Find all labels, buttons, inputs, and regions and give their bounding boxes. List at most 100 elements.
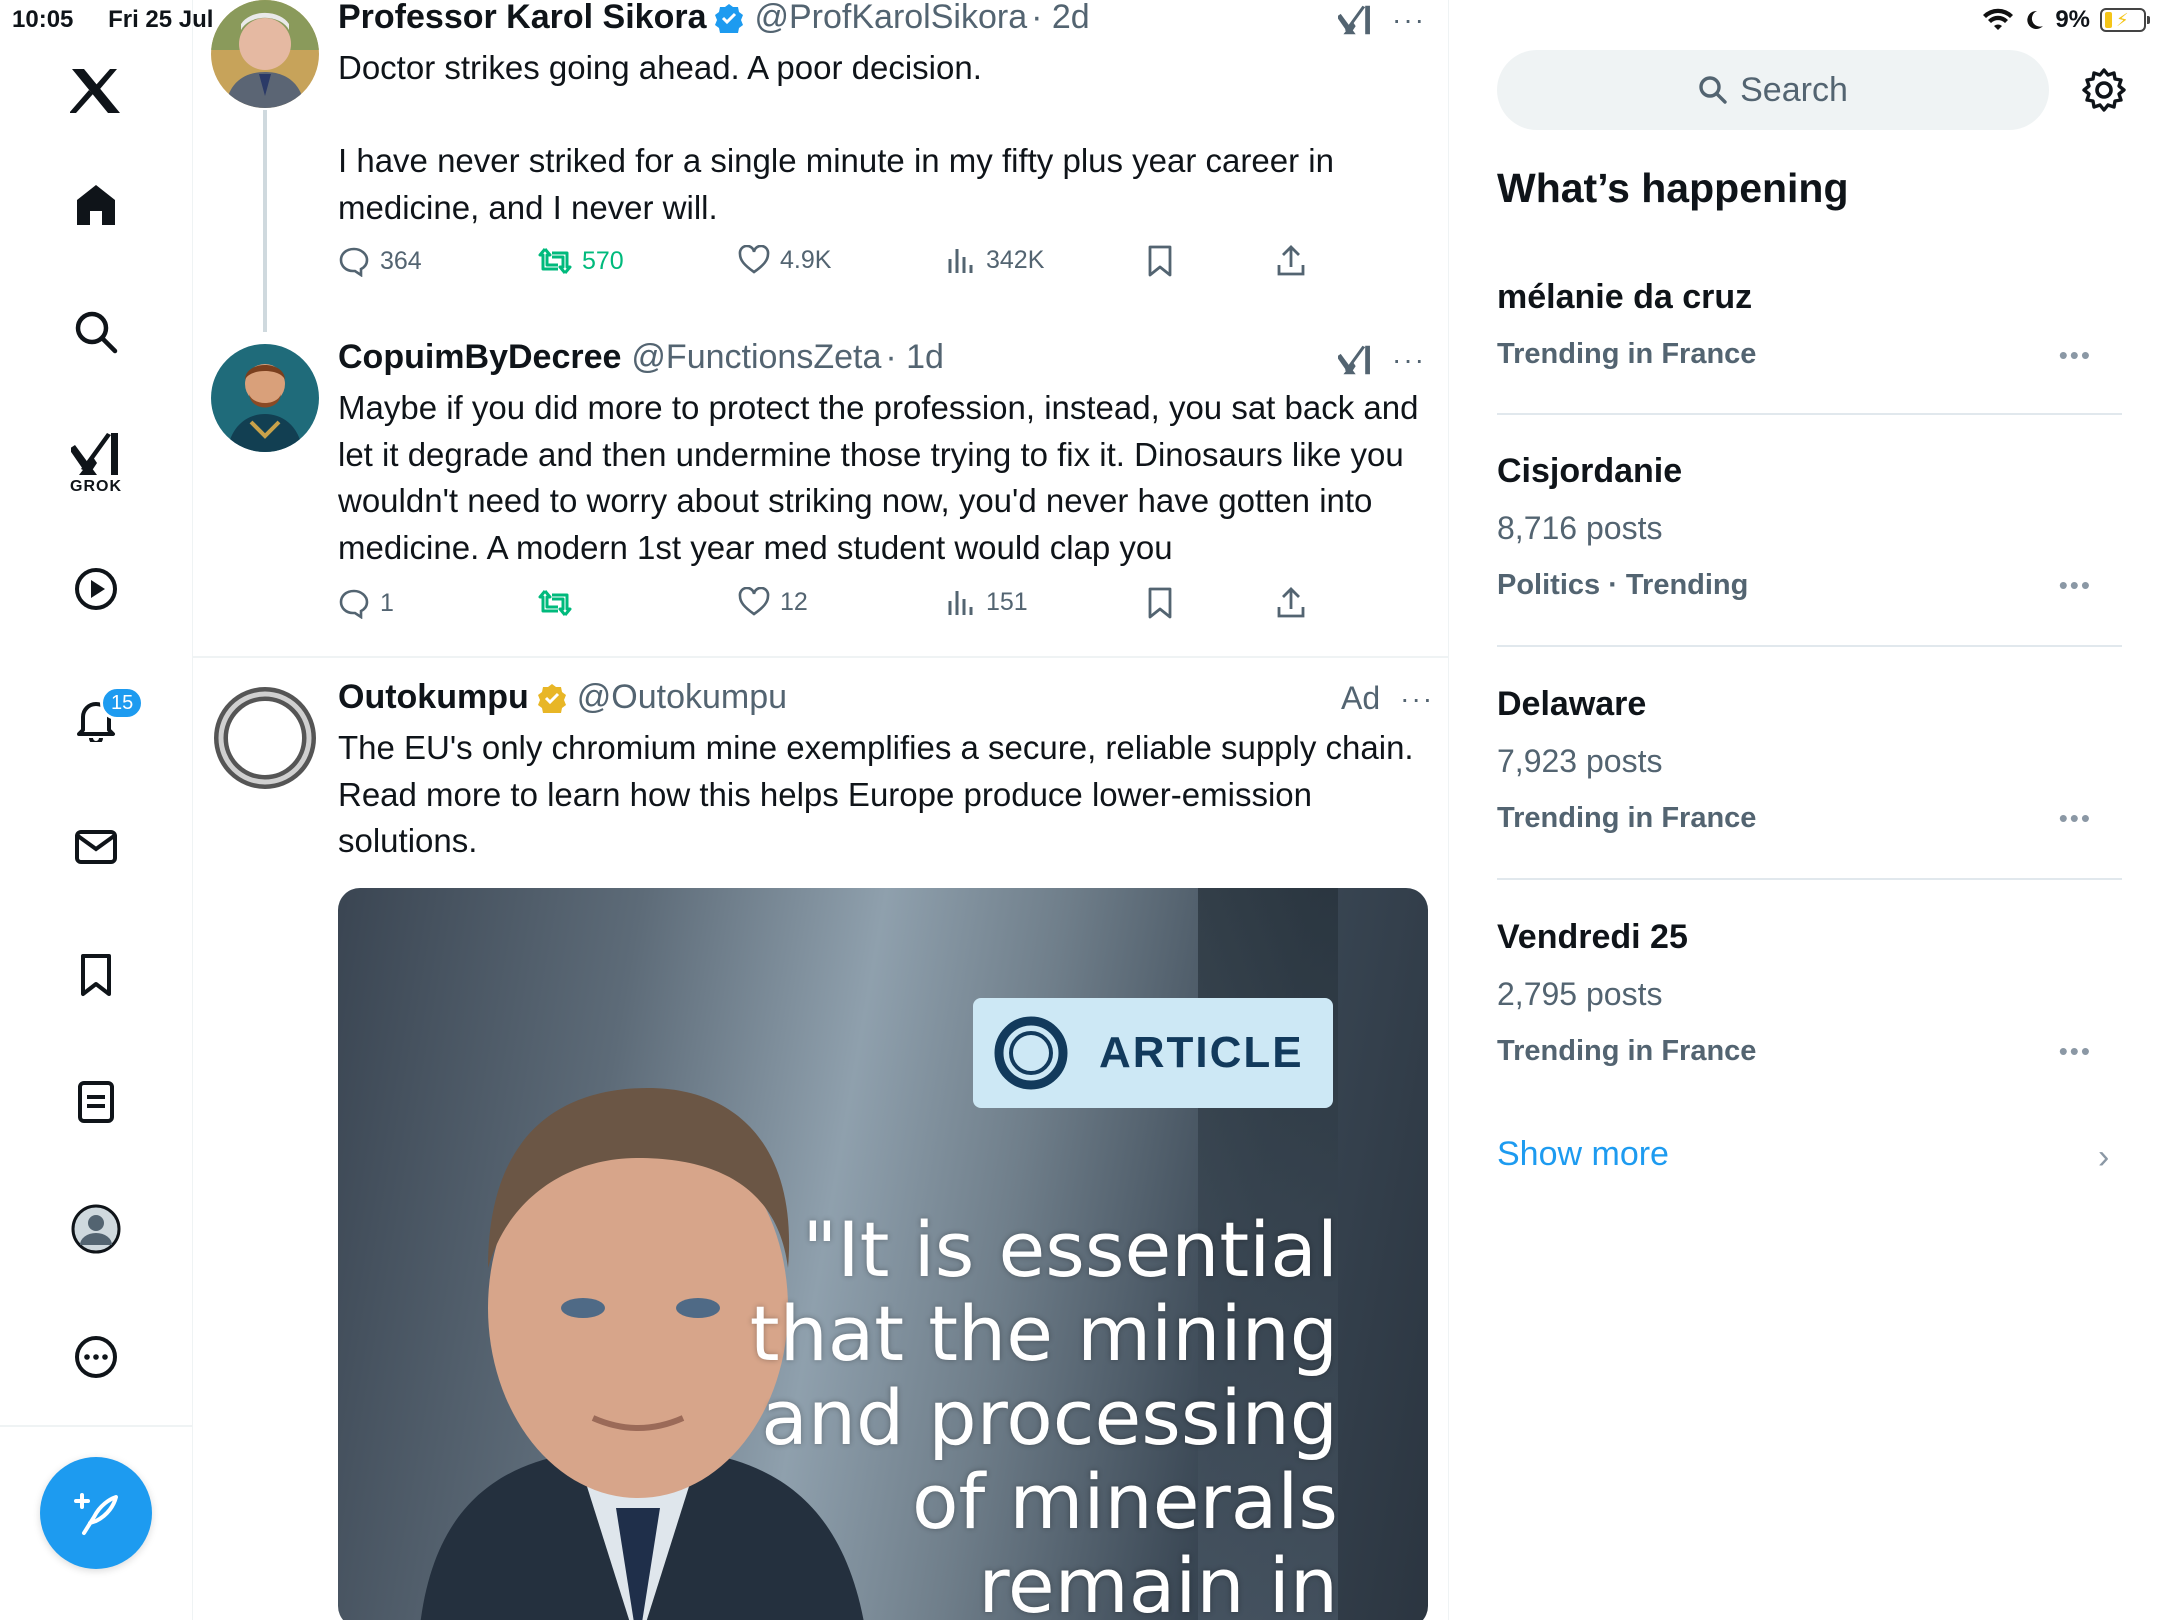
tweet-menu: Ad ···	[1341, 680, 1434, 717]
search-icon	[1699, 76, 1727, 104]
more-options-icon[interactable]: •••	[2059, 1036, 2092, 1067]
tweet-text: Maybe if you did more to protect the pro…	[338, 389, 1428, 566]
more-options-icon[interactable]: •••	[2059, 803, 2092, 834]
section-heading: What’s happening	[1497, 165, 1849, 211]
reply-icon	[339, 589, 369, 619]
more-options-icon[interactable]: ···	[1392, 4, 1426, 36]
avatar[interactable]	[211, 344, 319, 452]
bookmark-icon	[1148, 245, 1172, 277]
view-count: 151	[986, 587, 1028, 616]
like-count: 12	[780, 587, 808, 616]
tweet-header: CopuimByDecree @FunctionsZeta · 1d	[338, 338, 944, 377]
trend-context: Politics · Trending	[1497, 569, 1749, 601]
display-name[interactable]: Outokumpu	[338, 678, 529, 717]
bookmark-button[interactable]	[1146, 587, 1174, 619]
views-button[interactable]: 151	[946, 587, 1028, 617]
chevron-right-icon[interactable]: ›	[2098, 1138, 2109, 1177]
timeline: Professor Karol Sikora @ProfKarolSikora …	[193, 0, 1449, 1620]
verified-badge-icon	[715, 3, 744, 33]
timestamp[interactable]: · 1d	[885, 338, 944, 377]
messages-icon[interactable]	[67, 818, 125, 876]
handle[interactable]: @ProfKarolSikora	[754, 0, 1027, 37]
bookmark-icon	[1148, 587, 1172, 619]
more-icon[interactable]	[67, 1328, 125, 1386]
search-icon[interactable]	[67, 303, 125, 361]
tweet-actions: 1 12 151	[338, 587, 1338, 627]
share-icon	[1277, 587, 1305, 618]
like-button[interactable]: 12	[738, 587, 808, 617]
more-options-icon[interactable]: ···	[1392, 344, 1426, 376]
home-icon[interactable]	[67, 176, 125, 234]
bookmarks-icon[interactable]	[67, 946, 125, 1004]
battery-icon: ⚡	[2100, 8, 2150, 32]
show-more-link[interactable]: Show more	[1497, 1135, 1669, 1174]
x-logo-icon[interactable]	[67, 62, 125, 120]
trend-name: Delaware	[1497, 685, 1647, 723]
display-name[interactable]: Professor Karol Sikora	[338, 0, 706, 37]
tweet-menu: ···	[1338, 344, 1426, 376]
trend-item[interactable]: Delaware 7,923 posts Trending in France …	[1497, 685, 2122, 845]
reply-count: 364	[380, 246, 422, 275]
heart-icon	[738, 245, 770, 274]
avatar[interactable]	[211, 0, 319, 108]
compose-icon	[74, 1493, 118, 1535]
view-count: 342K	[986, 245, 1045, 274]
tweet-header: Outokumpu @Outokumpu	[338, 678, 787, 717]
status-indicators: 9% ⚡	[1983, 6, 2150, 34]
lists-icon[interactable]	[67, 1073, 125, 1131]
tweet-text: Doctor strikes going ahead. A poor decis…	[338, 49, 1334, 226]
article-badge-label: ARTICLE	[1099, 1028, 1304, 1077]
like-count: 4.9K	[780, 245, 832, 274]
compose-post-button[interactable]	[40, 1457, 152, 1569]
views-button[interactable]: 342K	[946, 245, 1044, 275]
like-button[interactable]: 4.9K	[738, 245, 831, 275]
trend-item[interactable]: Cisjordanie 8,716 posts Politics · Trend…	[1497, 452, 2122, 612]
video-icon[interactable]	[67, 560, 125, 618]
settings-gear-icon[interactable]	[2080, 66, 2128, 114]
grok-icon[interactable]	[67, 425, 125, 483]
tweet-divider	[193, 656, 1449, 658]
verified-gold-badge-icon	[537, 683, 566, 713]
more-options-icon[interactable]: •••	[2059, 570, 2092, 601]
share-button[interactable]	[1276, 587, 1306, 619]
avatar[interactable]	[211, 684, 319, 792]
search-input[interactable]: Search	[1497, 50, 2049, 130]
article-badge: ARTICLE	[973, 998, 1333, 1108]
trend-context: Trending in France	[1497, 338, 1757, 370]
trend-name: mélanie da cruz	[1497, 278, 1753, 316]
repost-button[interactable]	[538, 587, 582, 619]
trend-divider	[1497, 878, 2122, 880]
profile-icon[interactable]	[67, 1200, 125, 1258]
reply-count: 1	[380, 588, 394, 617]
trend-divider	[1497, 645, 2122, 647]
grok-icon[interactable]	[1338, 4, 1372, 36]
repost-button[interactable]: 570	[538, 245, 624, 277]
repost-count: 570	[582, 246, 624, 275]
wifi-icon	[1983, 8, 2014, 30]
ad-media-image[interactable]: ARTICLE "It is essential that the mining…	[338, 888, 1428, 1620]
trend-item[interactable]: mélanie da cruz Trending in France •••	[1497, 278, 2122, 428]
handle[interactable]: @Outokumpu	[577, 678, 787, 717]
tweet-outokumpu-ad[interactable]: Outokumpu @Outokumpu Ad ··· The EU's onl…	[193, 678, 1449, 1620]
timestamp[interactable]: · 2d	[1031, 0, 1090, 37]
display-name[interactable]: CopuimByDecree	[338, 338, 621, 377]
grok-label: GROK	[70, 478, 122, 495]
more-options-icon[interactable]: ···	[1400, 683, 1434, 715]
left-navigation: GROK 15	[0, 0, 193, 1620]
search-placeholder: Search	[1740, 70, 1848, 109]
trend-post-count: 2,795 posts	[1497, 976, 1663, 1012]
tweet-menu: ···	[1338, 4, 1426, 36]
trend-item[interactable]: Vendredi 25 2,795 posts Trending in Fran…	[1497, 918, 2122, 1078]
grok-icon[interactable]	[1338, 344, 1372, 376]
notifications-badge: 15	[100, 686, 145, 720]
reply-button[interactable]: 364	[338, 245, 422, 277]
thread-line	[263, 110, 267, 332]
handle[interactable]: @FunctionsZeta	[631, 338, 881, 377]
bookmark-button[interactable]	[1146, 245, 1174, 277]
reply-button[interactable]: 1	[338, 587, 394, 619]
views-icon	[948, 249, 973, 273]
share-button[interactable]	[1276, 245, 1306, 277]
more-options-icon[interactable]: •••	[2059, 340, 2092, 371]
tweet-text: The EU's only chromium mine exemplifies …	[338, 729, 1423, 859]
trend-post-count: 8,716 posts	[1497, 510, 1663, 546]
